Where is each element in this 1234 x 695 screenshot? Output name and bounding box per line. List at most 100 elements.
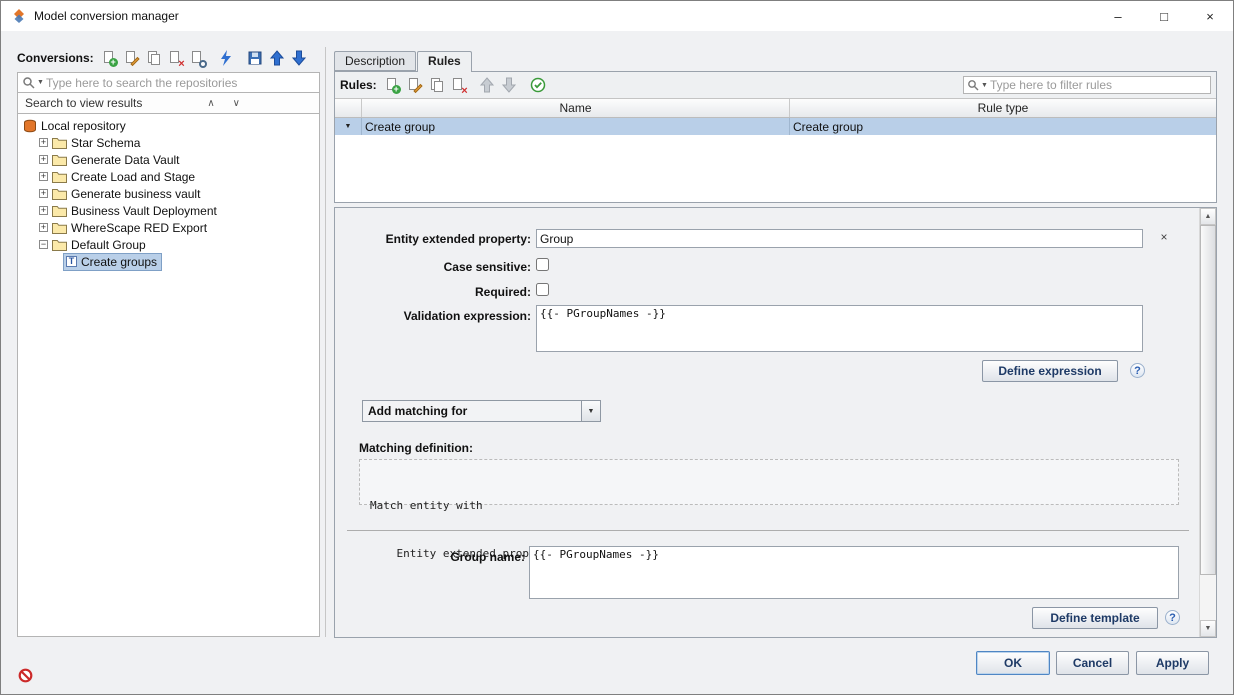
search-icon <box>22 76 35 89</box>
add-rule-button[interactable]: + <box>382 75 402 95</box>
rules-label: Rules: <box>340 78 377 92</box>
panel-splitter[interactable] <box>325 47 326 637</box>
tab-rules[interactable]: Rules <box>417 51 472 72</box>
copy-conversion-button[interactable] <box>143 48 163 68</box>
tree-expander-icon[interactable]: + <box>39 206 48 215</box>
repository-tree: Local repository + Star Schema + Generat… <box>17 114 320 637</box>
edit-rule-button[interactable] <box>404 75 424 95</box>
find-conversion-button[interactable] <box>187 48 207 68</box>
move-conversion-down-button[interactable] <box>289 48 309 68</box>
search-results-label: Search to view results <box>25 96 142 110</box>
folder-icon <box>52 136 67 149</box>
copy-rule-button[interactable] <box>426 75 446 95</box>
move-conversion-up-button[interactable] <box>267 48 287 68</box>
copy-icon <box>428 77 444 93</box>
add-matching-value: Add matching for <box>363 401 581 421</box>
entity-property-input[interactable] <box>536 229 1143 248</box>
define-expression-button[interactable]: Define expression <box>982 360 1118 382</box>
ok-button[interactable]: OK <box>976 651 1050 675</box>
tree-item-generate-data-vault[interactable]: + Generate Data Vault <box>18 151 319 168</box>
model-conversion-manager-window: Model conversion manager – □ × Conversio… <box>0 0 1234 695</box>
cancel-button[interactable]: Cancel <box>1056 651 1129 675</box>
close-button[interactable]: × <box>1187 1 1233 31</box>
apply-button[interactable]: Apply <box>1136 651 1209 675</box>
repository-search-box: ▼ <box>17 72 320 93</box>
tree-item-star-schema[interactable]: + Star Schema <box>18 134 319 151</box>
rules-panel: Rules: + × <box>334 71 1217 203</box>
required-checkbox[interactable] <box>536 283 549 296</box>
tree-item-label: Default Group <box>71 238 146 252</box>
chevron-down-icon: ▼ <box>581 401 600 421</box>
find-icon <box>189 50 205 66</box>
table-row[interactable]: ▼ Create group Create group <box>335 118 1216 135</box>
check-circle-icon <box>530 77 546 93</box>
help-expression-icon[interactable]: ? <box>1130 363 1145 378</box>
maximize-button[interactable]: □ <box>1141 1 1187 31</box>
collapse-chevron-down-icon[interactable]: ∨ <box>233 98 240 109</box>
detail-scrollbar[interactable]: ▲ ▼ <box>1199 208 1216 637</box>
conversions-label: Conversions: <box>17 51 94 65</box>
add-conversion-button[interactable]: + <box>99 48 119 68</box>
tree-item-default-group[interactable]: − Default Group <box>18 236 319 253</box>
scroll-up-button[interactable]: ▲ <box>1200 208 1216 225</box>
repository-search-input[interactable] <box>46 76 315 90</box>
tree-expander-icon[interactable]: + <box>39 138 48 147</box>
tree-expander-icon[interactable]: + <box>39 155 48 164</box>
validation-expression-textarea[interactable]: {{- PGroupNames -}} <box>536 305 1143 352</box>
conversions-panel: Conversions: + × <box>17 47 320 637</box>
tree-selection: T Create groups <box>64 254 161 270</box>
titlebar: Model conversion manager – □ × <box>1 1 1233 31</box>
filter-options-chevron-icon[interactable]: ▼ <box>981 82 988 89</box>
tree-item-wherescape-red-export[interactable]: + WhereScape RED Export <box>18 219 319 236</box>
copy-icon <box>145 50 161 66</box>
clear-property-icon[interactable]: × <box>1157 230 1171 245</box>
tree-item-local-repository[interactable]: Local repository <box>18 117 319 134</box>
arrow-down-icon <box>291 50 307 66</box>
delete-rule-button[interactable]: × <box>448 75 468 95</box>
search-results-header[interactable]: Search to view results ∧ ∨ <box>17 93 320 114</box>
validate-rules-button[interactable] <box>528 75 548 95</box>
tab-description[interactable]: Description <box>334 51 416 71</box>
rule-move-down-button[interactable] <box>499 75 519 95</box>
add-matching-select[interactable]: Add matching for ▼ <box>362 400 601 422</box>
tree-item-generate-business-vault[interactable]: + Generate business vault <box>18 185 319 202</box>
define-template-button[interactable]: Define template <box>1032 607 1158 629</box>
tree-item-label: Create groups <box>81 255 157 269</box>
search-options-chevron-icon[interactable]: ▼ <box>37 79 44 86</box>
save-conversions-button[interactable] <box>245 48 265 68</box>
arrow-down-disabled-icon <box>501 77 517 93</box>
app-icon <box>11 8 27 24</box>
rules-filter-box: ▼ <box>963 76 1211 94</box>
case-sensitive-checkbox[interactable] <box>536 258 549 271</box>
conversions-toolbar: Conversions: + × <box>17 47 320 72</box>
tree-expander-icon[interactable]: + <box>39 172 48 181</box>
conversion-icon: T <box>66 256 77 267</box>
edit-icon <box>123 50 139 66</box>
delete-conversion-button[interactable]: × <box>165 48 185 68</box>
new-document-icon: + <box>384 77 400 93</box>
help-template-icon[interactable]: ? <box>1165 610 1180 625</box>
folder-icon <box>52 187 67 200</box>
tree-item-label: Create Load and Stage <box>71 170 195 184</box>
tree-expander-icon[interactable]: + <box>39 189 48 198</box>
rules-table: Name Rule type ▼ Create group Create gro… <box>335 98 1216 202</box>
matching-definition-line1: Match entity with <box>370 498 1168 514</box>
tree-item-create-groups[interactable]: T Create groups <box>18 253 319 270</box>
rules-filter-input[interactable] <box>990 78 1207 92</box>
rule-move-up-button[interactable] <box>477 75 497 95</box>
scroll-down-button[interactable]: ▼ <box>1200 620 1216 637</box>
tree-item-create-load-and-stage[interactable]: + Create Load and Stage <box>18 168 319 185</box>
tree-item-business-vault-deployment[interactable]: + Business Vault Deployment <box>18 202 319 219</box>
new-document-icon: + <box>101 50 117 66</box>
column-header-rule-type[interactable]: Rule type <box>790 99 1216 117</box>
run-conversion-button[interactable] <box>216 48 236 68</box>
scrollbar-thumb[interactable] <box>1200 225 1216 575</box>
group-name-textarea[interactable]: {{- PGroupNames -}} <box>529 546 1179 599</box>
collapse-chevron-up-icon[interactable]: ∧ <box>207 98 214 109</box>
tree-expander-icon[interactable]: + <box>39 223 48 232</box>
edit-conversion-button[interactable] <box>121 48 141 68</box>
minimize-button[interactable]: – <box>1095 1 1141 31</box>
tree-expander-icon[interactable]: − <box>39 240 48 249</box>
column-header-name[interactable]: Name <box>362 99 790 117</box>
tree-item-label: WhereScape RED Export <box>71 221 207 235</box>
